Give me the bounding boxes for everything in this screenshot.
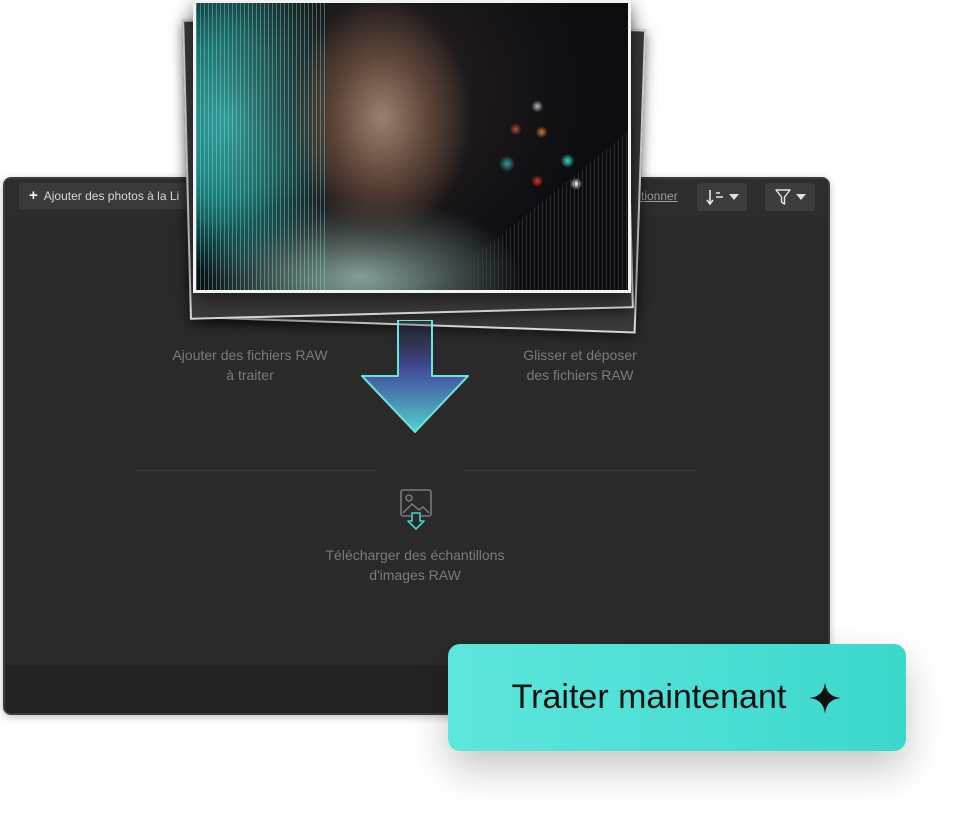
download-line1: Télécharger des échantillons — [325, 547, 505, 563]
sort-icon — [706, 190, 723, 206]
add-photos-label: Ajouter des photos à la Li — [43, 189, 180, 203]
chevron-down-icon — [796, 194, 806, 200]
sort-button[interactable] — [697, 183, 747, 211]
drag-drop-line2: des fichiers RAW — [526, 367, 634, 383]
process-now-button[interactable]: Traiter maintenant — [448, 644, 906, 751]
arrow-down-icon — [361, 320, 469, 433]
download-line2: d'images RAW — [369, 567, 461, 583]
process-now-label: Traiter maintenant — [511, 678, 787, 716]
add-raw-line1: Ajouter des fichiers RAW — [172, 347, 328, 363]
add-raw-line2: à traiter — [226, 367, 274, 383]
download-samples-option[interactable]: Télécharger des échantillons d'images RA… — [305, 545, 525, 585]
divider — [465, 470, 697, 471]
divider — [135, 470, 375, 471]
sparkle-icon — [809, 681, 842, 714]
add-raw-option[interactable]: Ajouter des fichiers RAW à traiter — [155, 345, 345, 385]
filter-icon — [775, 189, 791, 205]
filter-button[interactable] — [765, 183, 815, 211]
portrait-photo — [193, 0, 631, 293]
plus-icon: + — [29, 187, 38, 204]
drag-drop-line1: Glisser et déposer — [523, 347, 637, 363]
select-link[interactable]: ctionner — [635, 189, 678, 203]
chevron-down-icon — [729, 194, 739, 200]
drag-drop-option: Glisser et déposer des fichiers RAW — [485, 345, 675, 385]
download-images-icon[interactable] — [398, 487, 434, 533]
